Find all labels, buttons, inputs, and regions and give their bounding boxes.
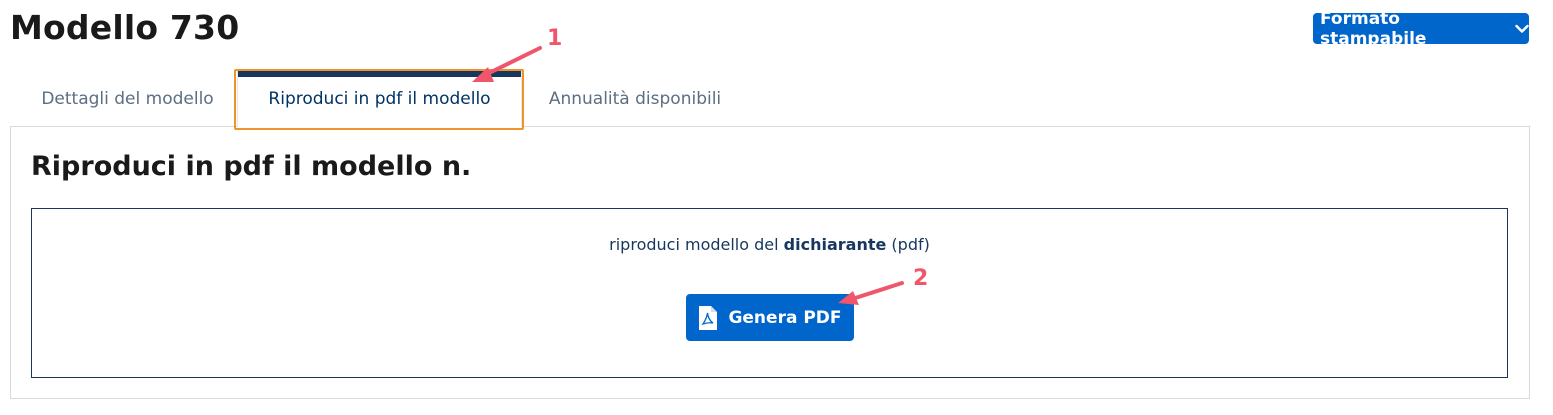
tab-label: Riproduci in pdf il modello [268, 89, 491, 109]
tab-label: Dettagli del modello [41, 88, 214, 109]
genera-pdf-button[interactable]: Genera PDF [686, 294, 854, 341]
tab-riproduci-pdf[interactable]: Riproduci in pdf il modello [237, 70, 522, 127]
printable-format-button[interactable]: Formato stampabile [1313, 9, 1529, 49]
description-suffix: (pdf) [886, 235, 930, 254]
pdf-generation-box: riproduci modello del dichiarante (pdf) … [31, 208, 1508, 378]
pdf-description: riproduci modello del dichiarante (pdf) [32, 235, 1507, 254]
tab-dettagli-modello[interactable]: Dettagli del modello [20, 70, 235, 127]
panel-title: Riproduci in pdf il modello n. [31, 151, 472, 182]
tab-panel: Riproduci in pdf il modello n. riproduci… [10, 126, 1530, 399]
annotation-label-2: 2 [913, 266, 929, 291]
page-title: Modello 730 [10, 8, 240, 47]
pdf-file-icon [698, 305, 718, 331]
tab-label: Annualità disponibili [548, 88, 722, 109]
tab-bar: Dettagli del modello Riproduci in pdf il… [10, 70, 1530, 127]
genera-pdf-label: Genera PDF [728, 307, 842, 328]
active-tab-indicator [238, 71, 521, 77]
description-emphasis: dichiarante [783, 235, 887, 254]
annotation-label-1: 1 [547, 26, 563, 51]
tab-annualita-disponibili[interactable]: Annualità disponibili [532, 70, 738, 127]
description-prefix: riproduci modello del [609, 235, 784, 254]
chevron-down-icon [1515, 24, 1529, 34]
printable-format-label: Formato stampabile [1320, 8, 1427, 49]
